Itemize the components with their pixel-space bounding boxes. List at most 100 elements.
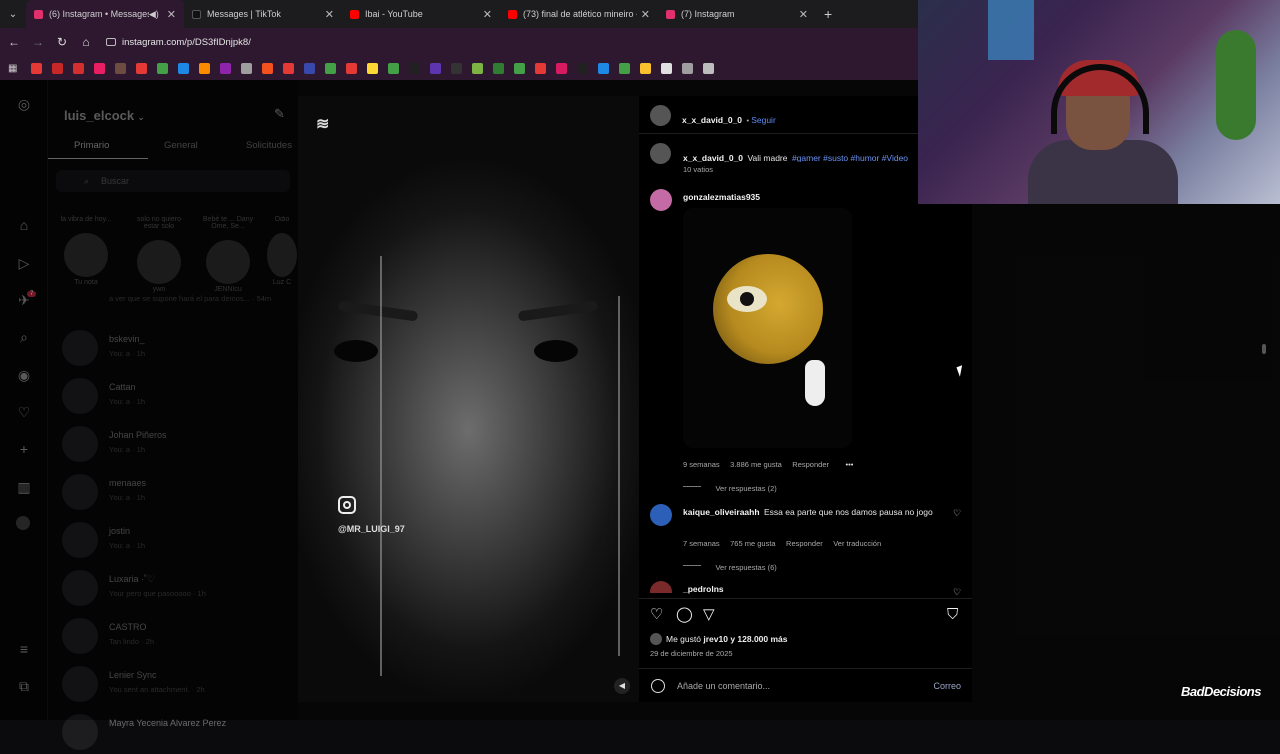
follow-button[interactable]: Seguir: [751, 115, 776, 125]
compose-icon[interactable]: ✎: [274, 106, 285, 122]
bookmark-favicon-icon[interactable]: [472, 62, 484, 74]
forward-arrow-icon[interactable]: →: [26, 35, 50, 49]
bookmark-favicon-icon[interactable]: [619, 62, 631, 74]
comment-likes[interactable]: 3.886 me gusta: [730, 460, 782, 469]
tab-instagram-messages[interactable]: (6) Instagram • Messages ◀) ✕: [26, 0, 184, 28]
bookmark-favicon-icon[interactable]: [451, 62, 463, 74]
bookmark-favicon-icon[interactable]: [556, 62, 568, 74]
bookmark-favicon-icon[interactable]: [136, 62, 148, 74]
reel-video[interactable]: ≋ @MR_LUIGI_97 ◀: [298, 96, 639, 702]
bookmark-favicon-icon[interactable]: [73, 62, 85, 74]
inbox-username[interactable]: luis_elcock ⌄: [64, 108, 144, 123]
chat-list-item[interactable]: a ver que se supone hará el para demos..…: [62, 292, 298, 332]
caption-hashtags[interactable]: #gamer #susto #humor #Video: [792, 153, 908, 162]
bookmark-favicon-icon[interactable]: [94, 62, 106, 74]
caption-username[interactable]: x_x_david_0_0: [683, 153, 743, 162]
post-comment-button[interactable]: Correo: [933, 681, 961, 691]
tab-solicitudes[interactable]: Solicitudes: [246, 140, 292, 151]
chat-list-item[interactable]: bskevin_ You: a · 1h: [62, 330, 298, 370]
chat-list-item[interactable]: Mayra Yecenia Alvarez Perez: [62, 714, 298, 754]
save-bookmark-icon[interactable]: ⛉: [947, 607, 958, 623]
bookmark-favicon-icon[interactable]: [178, 62, 190, 74]
like-comment-heart-icon[interactable]: ♡: [953, 587, 961, 598]
tab-youtube-final[interactable]: (73) final de atlético mineiro - Y ✕: [500, 0, 658, 28]
bookmark-favicon-icon[interactable]: [241, 62, 253, 74]
bookmark-favicon-icon[interactable]: [409, 62, 421, 74]
explore-icon[interactable]: ◉: [16, 367, 32, 383]
note-item[interactable]: la vibra de hoy... Tu nota: [58, 216, 114, 286]
bookmark-favicon-icon[interactable]: [682, 62, 694, 74]
url-field[interactable]: instagram.com/p/DS3fIDnjpk8/: [106, 37, 251, 48]
home-icon[interactable]: ⌂: [16, 217, 32, 233]
bookmark-favicon-icon[interactable]: [199, 62, 211, 74]
caption-avatar[interactable]: [650, 143, 671, 164]
bookmark-favicon-icon[interactable]: [514, 62, 526, 74]
mute-toggle-icon[interactable]: ◀: [614, 678, 630, 694]
commenter-avatar[interactable]: [650, 189, 672, 211]
more-menu-icon[interactable]: ≡: [16, 641, 32, 657]
bookmark-favicon-icon[interactable]: [283, 62, 295, 74]
comment-username[interactable]: kaique_oliveiraahh: [683, 507, 760, 517]
bookmark-favicon-icon[interactable]: [661, 62, 673, 74]
page-scrollbar[interactable]: [1262, 344, 1266, 354]
author-username[interactable]: x_x_david_0_0: [682, 115, 742, 125]
commenter-avatar[interactable]: [650, 504, 672, 526]
bookmark-favicon-icon[interactable]: [325, 62, 337, 74]
close-tab-icon[interactable]: ✕: [799, 8, 808, 21]
chat-list-item[interactable]: Luxaria ·˚♡ Your pero que pasooooo · 1h: [62, 570, 298, 610]
note-item[interactable]: solo no quiero estar solo ywn: [131, 216, 187, 293]
chat-list-item[interactable]: Cattan You: a · 1h: [62, 378, 298, 418]
emoji-icon[interactable]: [651, 679, 665, 693]
reply-button[interactable]: Responder: [786, 539, 823, 548]
tab-primario[interactable]: Primario: [74, 140, 109, 151]
bookmark-favicon-icon[interactable]: [640, 62, 652, 74]
bookmark-favicon-icon[interactable]: [304, 62, 316, 74]
apps-grid-icon[interactable]: ▦: [8, 63, 17, 74]
close-tab-icon[interactable]: ✕: [483, 8, 492, 21]
bookmark-favicon-icon[interactable]: [598, 62, 610, 74]
bookmark-favicon-icon[interactable]: [115, 62, 127, 74]
bookmark-favicon-icon[interactable]: [220, 62, 232, 74]
translate-button[interactable]: Ver traducción: [833, 539, 881, 548]
tab-tiktok[interactable]: Messages | TikTok ✕: [184, 0, 342, 28]
bookmark-favicon-icon[interactable]: [31, 62, 43, 74]
speaker-icon[interactable]: ◀): [149, 9, 159, 20]
search-icon[interactable]: ⌕: [16, 329, 32, 345]
bookmark-favicon-icon[interactable]: [388, 62, 400, 74]
home-icon[interactable]: ⌂: [74, 35, 98, 49]
more-options-icon[interactable]: •••: [845, 460, 853, 469]
comment-likes[interactable]: 765 me gusta: [730, 539, 775, 548]
tab-instagram[interactable]: (7) Instagram ✕: [658, 0, 816, 28]
reload-icon[interactable]: ↻: [50, 35, 74, 49]
like-heart-icon[interactable]: ♡: [650, 607, 663, 623]
close-tab-icon[interactable]: ✕: [167, 8, 176, 21]
comment-username[interactable]: gonzalezmatias935: [683, 192, 760, 202]
create-plus-icon[interactable]: +: [16, 441, 32, 457]
bookmark-favicon-icon[interactable]: [262, 62, 274, 74]
comment-username[interactable]: _pedrolns: [683, 584, 724, 594]
chat-list-item[interactable]: Lenier Sync You sent an attachment. · 2h: [62, 666, 298, 706]
bookmark-favicon-icon[interactable]: [430, 62, 442, 74]
close-tab-icon[interactable]: ✕: [325, 8, 334, 21]
commenter-avatar[interactable]: [650, 581, 672, 593]
bookmark-favicon-icon[interactable]: [703, 62, 715, 74]
bookmark-favicon-icon[interactable]: [52, 62, 64, 74]
comment-bubble-icon[interactable]: ◯: [676, 607, 693, 623]
author-avatar[interactable]: [650, 105, 671, 126]
bookmark-favicon-icon[interactable]: [493, 62, 505, 74]
tab-youtube-ibai[interactable]: Ibai - YouTube ✕: [342, 0, 500, 28]
bookmark-favicon-icon[interactable]: [577, 62, 589, 74]
liked-by-count[interactable]: y 128.000 más: [730, 634, 787, 644]
share-send-icon[interactable]: ▽: [703, 607, 715, 623]
chat-list-item[interactable]: Johan Piñeros You: a · 1h: [62, 426, 298, 466]
new-tab-button[interactable]: +: [824, 6, 832, 22]
profile-avatar[interactable]: [16, 516, 30, 530]
like-comment-heart-icon[interactable]: ♡: [953, 508, 961, 519]
search-input[interactable]: ⌕ Buscar: [56, 170, 290, 192]
also-from-meta-icon[interactable]: ⧉: [16, 678, 32, 694]
notifications-heart-icon[interactable]: ♡: [16, 404, 32, 420]
note-item[interactable]: Bebé te ... Dany Ome, Se... JENNIcu: [200, 216, 256, 293]
note-item[interactable]: Odio Luz C: [266, 216, 298, 286]
bookmark-favicon-icon[interactable]: [157, 62, 169, 74]
bookmark-favicon-icon[interactable]: [367, 62, 379, 74]
